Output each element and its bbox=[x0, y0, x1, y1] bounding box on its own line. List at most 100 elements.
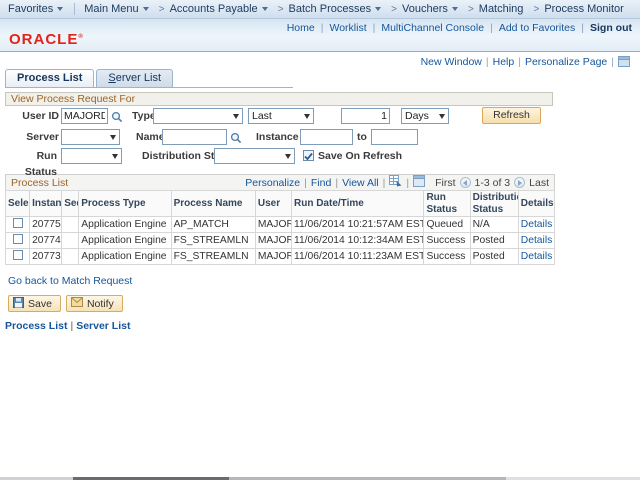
grid-navigation-bar: Process List Personalize | Find | View A… bbox=[5, 174, 555, 190]
last-select[interactable]: Last bbox=[248, 108, 314, 124]
save-on-refresh-checkbox[interactable] bbox=[303, 150, 314, 161]
breadcrumb-divider bbox=[74, 3, 75, 15]
name-input[interactable] bbox=[162, 129, 227, 145]
days-unit-value: Days bbox=[405, 110, 429, 122]
cell-instance: 20775 bbox=[30, 217, 62, 233]
distribution-status-select[interactable] bbox=[214, 148, 295, 164]
copy-url-icon[interactable] bbox=[618, 56, 630, 70]
name-lookup-icon[interactable] bbox=[230, 131, 242, 149]
pager-last-label[interactable]: Last bbox=[529, 177, 549, 189]
cell-process-name: AP_MATCH bbox=[171, 217, 255, 233]
column-header-select: Select bbox=[6, 191, 30, 217]
notify-button[interactable]: Notify bbox=[66, 295, 123, 312]
table-row: 20773 Application Engine FS_STREAMLN MAJ… bbox=[6, 249, 555, 265]
process-monitor-screen: Favorites Main Menu > Accounts Payable >… bbox=[0, 0, 640, 480]
column-header-seq-: Seq. bbox=[62, 191, 79, 217]
breadcrumb-item[interactable]: > Accounts Payable bbox=[159, 3, 268, 15]
tab-process-list[interactable]: Process List bbox=[5, 69, 94, 87]
view-all-link[interactable]: View All bbox=[342, 177, 379, 189]
page-link[interactable]: Help bbox=[493, 56, 515, 68]
details-link[interactable]: Details bbox=[521, 219, 552, 230]
oracle-header: Home|Worklist|MultiChannel Console|Add t… bbox=[0, 19, 640, 52]
bottom-links: Process List|Server List bbox=[5, 320, 640, 332]
column-header-user: User bbox=[255, 191, 291, 217]
days-count-input[interactable] bbox=[341, 108, 390, 124]
cell-user: MAJORD bbox=[255, 217, 291, 233]
process-table: SelectInstanceSeq.Process TypeProcess Na… bbox=[5, 190, 555, 265]
breadcrumb-item[interactable]: Main Menu bbox=[84, 3, 148, 15]
previous-page-icon[interactable] bbox=[460, 177, 471, 188]
details-link[interactable]: Details bbox=[521, 235, 552, 246]
cell-process-type: Application Engine bbox=[79, 249, 171, 265]
cell-user: MAJORD bbox=[255, 233, 291, 249]
chevron-down-icon bbox=[112, 154, 118, 159]
details-link[interactable]: Details bbox=[521, 251, 552, 262]
column-header-instance: Instance bbox=[30, 191, 62, 217]
breadcrumb: Favorites Main Menu > Accounts Payable >… bbox=[0, 0, 640, 19]
breadcrumb-separator: > bbox=[278, 4, 284, 15]
sign-out-link[interactable]: Sign out bbox=[590, 22, 632, 34]
cell-instance: 20774 bbox=[30, 233, 62, 249]
user-id-label: User ID bbox=[7, 108, 59, 124]
grid-pager: First 1-3 of 3 Last bbox=[435, 177, 549, 189]
registered-mark: ® bbox=[78, 34, 83, 40]
chevron-down-icon bbox=[452, 7, 458, 11]
chevron-down-icon bbox=[143, 7, 149, 11]
breadcrumb-item[interactable]: > Process Monitor bbox=[533, 3, 623, 15]
tab-server-list[interactable]: Server List bbox=[96, 69, 173, 87]
type-select[interactable] bbox=[153, 108, 243, 124]
days-unit-select[interactable]: Days bbox=[401, 108, 449, 124]
cell-seq bbox=[62, 233, 79, 249]
breadcrumb-item[interactable]: > Batch Processes bbox=[278, 3, 381, 15]
breadcrumb-favorites[interactable]: Favorites bbox=[8, 3, 63, 15]
save-button[interactable]: Save bbox=[8, 295, 61, 312]
page-link[interactable]: Personalize Page bbox=[525, 56, 607, 68]
column-header-process-name: Process Name bbox=[171, 191, 255, 217]
bottom-link-server-list[interactable]: Server List bbox=[76, 320, 130, 332]
header-link[interactable]: Home bbox=[287, 22, 315, 34]
breadcrumb-item[interactable]: > Vouchers bbox=[391, 3, 458, 15]
cell-process-type: Application Engine bbox=[79, 233, 171, 249]
personalize-link[interactable]: Personalize bbox=[245, 177, 300, 189]
cell-run-status: Queued bbox=[424, 217, 470, 233]
cell-process-type: Application Engine bbox=[79, 217, 171, 233]
find-link[interactable]: Find bbox=[311, 177, 331, 189]
bottom-link-process-list[interactable]: Process List bbox=[5, 320, 67, 332]
breadcrumb-item[interactable]: > Matching bbox=[468, 3, 523, 15]
instance-to-input[interactable] bbox=[371, 129, 418, 145]
cell-user: MAJORD bbox=[255, 249, 291, 265]
server-select[interactable] bbox=[61, 129, 120, 145]
header-link[interactable]: Add to Favorites bbox=[499, 22, 575, 34]
header-link[interactable]: MultiChannel Console bbox=[381, 22, 484, 34]
go-back-link[interactable]: Go back to Match Request bbox=[8, 275, 640, 287]
cell-process-name: FS_STREAMLN bbox=[171, 249, 255, 265]
next-page-icon[interactable] bbox=[514, 177, 525, 188]
cell-run-status: Success bbox=[424, 233, 470, 249]
table-row: 20775 Application Engine AP_MATCH MAJORD… bbox=[6, 217, 555, 233]
cell-process-name: FS_STREAMLN bbox=[171, 233, 255, 249]
row-select-checkbox[interactable] bbox=[13, 234, 23, 244]
cell-run-datetime: 11/06/2014 10:11:23AM EST bbox=[291, 249, 423, 265]
refresh-button[interactable]: Refresh bbox=[482, 107, 541, 124]
chevron-down-icon bbox=[285, 154, 291, 159]
user-id-lookup-icon[interactable] bbox=[111, 110, 123, 128]
zoom-grid-icon[interactable] bbox=[413, 175, 425, 190]
save-icon bbox=[13, 297, 24, 311]
row-select-checkbox[interactable] bbox=[13, 250, 23, 260]
pager-first-label[interactable]: First bbox=[435, 177, 455, 189]
page-link[interactable]: New Window bbox=[421, 56, 482, 68]
envelope-icon bbox=[71, 297, 83, 310]
download-to-excel-icon[interactable] bbox=[389, 175, 402, 190]
header-link[interactable]: Worklist bbox=[329, 22, 366, 34]
cell-distribution-status: N/A bbox=[470, 217, 518, 233]
user-id-input[interactable] bbox=[61, 108, 108, 124]
name-label: Name bbox=[136, 129, 165, 145]
column-header-distribution-status: Distribution Status bbox=[470, 191, 518, 217]
to-label: to bbox=[357, 129, 367, 145]
column-header-process-type: Process Type bbox=[79, 191, 171, 217]
row-select-checkbox[interactable] bbox=[13, 218, 23, 228]
groupbox-title: View Process Request For bbox=[5, 92, 553, 106]
cell-distribution-status: Posted bbox=[470, 249, 518, 265]
instance-input[interactable] bbox=[300, 129, 353, 145]
run-status-select[interactable] bbox=[61, 148, 122, 164]
